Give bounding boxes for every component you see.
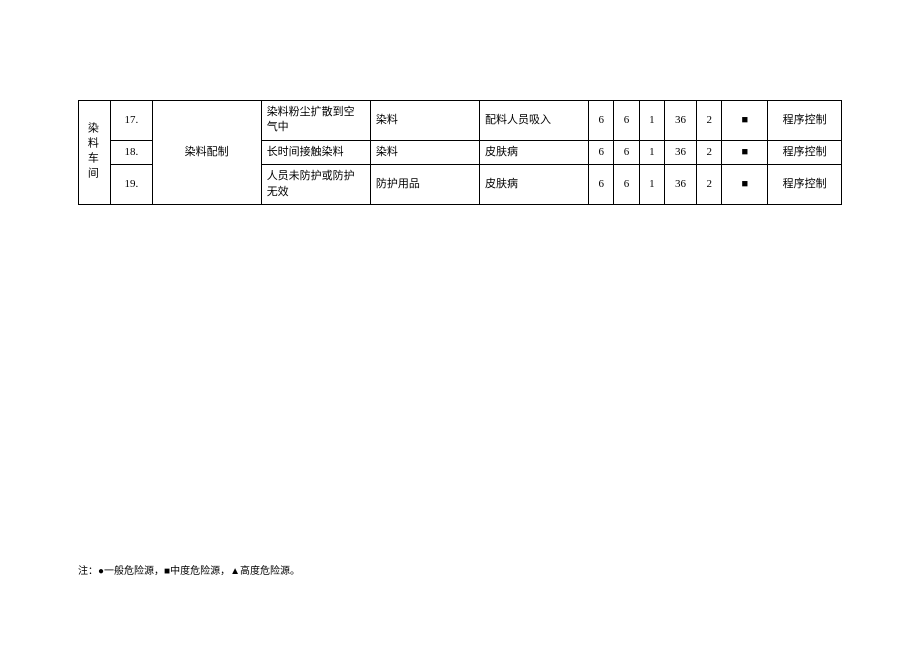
e-cell: 6	[614, 140, 639, 164]
footnote: 注：●一般危险源，■中度危险源，▲高度危险源。	[78, 562, 300, 577]
hazard-table: 染料车间 17. 染料配制 染料粉尘扩散到空气中 染料 配料人员吸入 6 6 1…	[78, 100, 842, 205]
consequence-cell: 皮肤病	[480, 140, 589, 164]
source-cell: 染料	[370, 140, 479, 164]
d-cell: 36	[664, 101, 696, 141]
c-cell: 1	[639, 140, 664, 164]
rank-cell: 2	[697, 101, 722, 141]
hazard-table-container: 染料车间 17. 染料配制 染料粉尘扩散到空气中 染料 配料人员吸入 6 6 1…	[78, 100, 842, 205]
symbol-cell: ■	[722, 140, 768, 164]
control-cell: 程序控制	[768, 101, 842, 141]
rank-cell: 2	[697, 140, 722, 164]
c-cell: 1	[639, 165, 664, 205]
l-cell: 6	[589, 165, 614, 205]
section-cell: 染料车间	[79, 101, 111, 205]
row-no: 18.	[111, 140, 152, 164]
l-cell: 6	[589, 101, 614, 141]
d-cell: 36	[664, 165, 696, 205]
e-cell: 6	[614, 101, 639, 141]
d-cell: 36	[664, 140, 696, 164]
consequence-cell: 配料人员吸入	[480, 101, 589, 141]
section-label: 染料车间	[84, 122, 99, 182]
rank-cell: 2	[697, 165, 722, 205]
control-cell: 程序控制	[768, 140, 842, 164]
row-no: 17.	[111, 101, 152, 141]
hazard-cell: 长时间接触染料	[261, 140, 370, 164]
source-cell: 染料	[370, 101, 479, 141]
row-no: 19.	[111, 165, 152, 205]
source-cell: 防护用品	[370, 165, 479, 205]
l-cell: 6	[589, 140, 614, 164]
hazard-cell: 染料粉尘扩散到空气中	[261, 101, 370, 141]
symbol-cell: ■	[722, 101, 768, 141]
hazard-cell: 人员未防护或防护无效	[261, 165, 370, 205]
table-row: 染料车间 17. 染料配制 染料粉尘扩散到空气中 染料 配料人员吸入 6 6 1…	[79, 101, 842, 141]
c-cell: 1	[639, 101, 664, 141]
symbol-cell: ■	[722, 165, 768, 205]
consequence-cell: 皮肤病	[480, 165, 589, 205]
e-cell: 6	[614, 165, 639, 205]
process-cell: 染料配制	[152, 101, 261, 205]
control-cell: 程序控制	[768, 165, 842, 205]
